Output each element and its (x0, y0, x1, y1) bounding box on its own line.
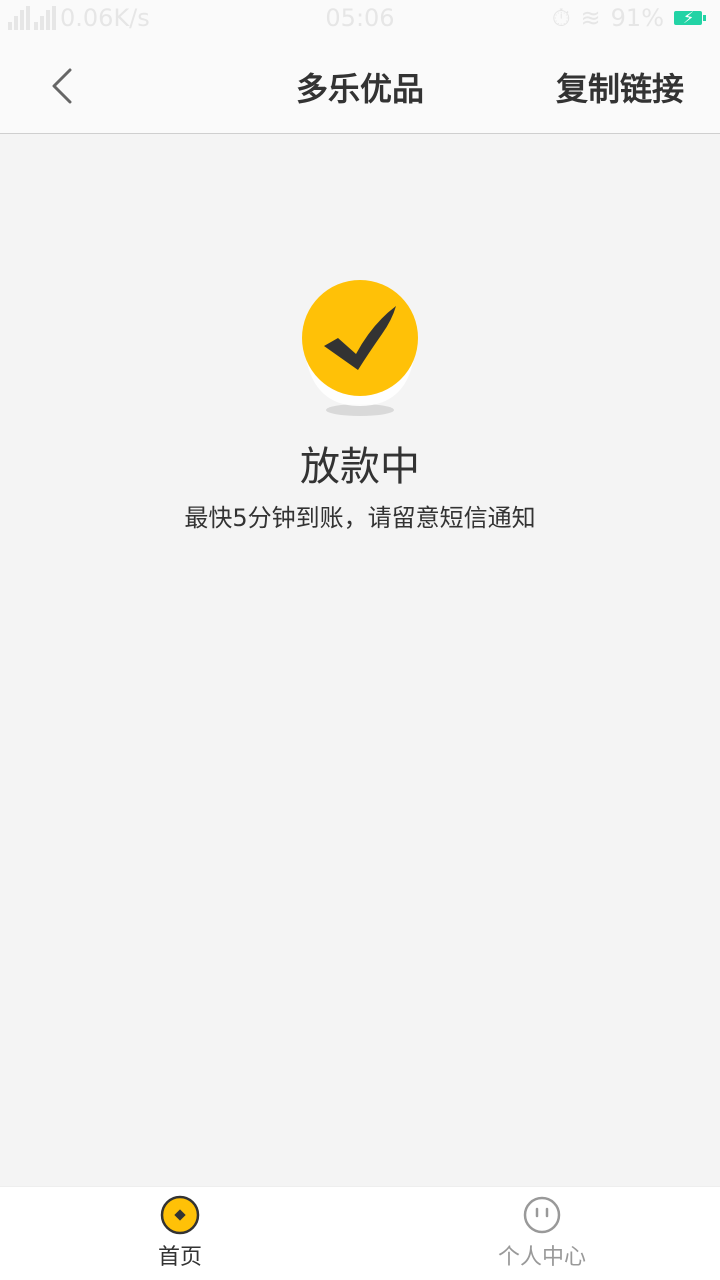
copy-link-button[interactable]: 复制链接 (556, 64, 684, 110)
alarm-icon: ⏱ (551, 4, 571, 32)
home-coin-icon (160, 1195, 200, 1235)
charging-icon: ⚡ (683, 8, 695, 27)
status-title: 放款中 (300, 444, 420, 490)
tab-bar: 首页 个人中心 (0, 1186, 720, 1280)
wifi-icon: ≋ (580, 4, 601, 32)
tab-profile-label: 个人中心 (497, 1245, 586, 1270)
tab-home[interactable]: 首页 (90, 1195, 270, 1271)
tab-profile[interactable]: 个人中心 (452, 1195, 632, 1271)
status-right: ⏱ ≋ 91% ⚡ (551, 4, 706, 32)
status-subtitle: 最快5分钟到账，请留意短信通知 (184, 504, 536, 532)
tab-home-label: 首页 (157, 1245, 202, 1270)
nav-bar: 多乐优品 复制链接 (0, 38, 720, 134)
check-circle-icon (302, 280, 418, 416)
battery-percent: 91% (610, 4, 664, 32)
status-bar: 0.06K/s 05:06 ⏱ ≋ 91% ⚡ (0, 0, 720, 38)
profile-face-icon (523, 1196, 561, 1234)
main-content: 放款中 最快5分钟到账，请留意短信通知 (0, 134, 720, 1186)
battery-icon: ⚡ (674, 8, 706, 27)
